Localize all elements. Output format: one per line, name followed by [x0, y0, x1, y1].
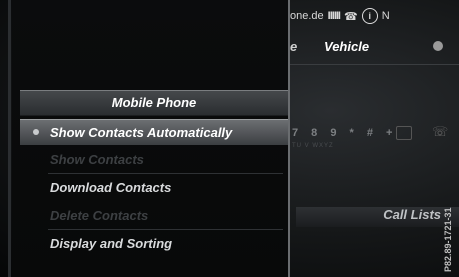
menu-separator — [48, 229, 283, 230]
signal-strength-icon: IIIIII — [327, 10, 341, 22]
menu-border-left — [8, 0, 11, 277]
main-tabs: e Vehicle — [290, 35, 455, 57]
figure-code: P82.89-1721-31 — [443, 207, 453, 272]
divider — [290, 64, 459, 65]
settings-dot-icon[interactable] — [433, 41, 443, 51]
menu-item-display-and-sorting[interactable]: Display and Sorting — [20, 231, 288, 256]
menu-item-label: Show Contacts — [50, 152, 144, 167]
end-call-icon[interactable]: ☏ — [432, 124, 448, 140]
tab-vehicle[interactable]: Vehicle — [324, 39, 369, 54]
menu-item-show-contacts: Show Contacts — [20, 147, 288, 172]
menu-item-delete-contacts: Delete Contacts — [20, 203, 288, 228]
menu-item-label: Download Contacts — [50, 180, 172, 195]
menu-item-label: Delete Contacts — [50, 208, 149, 223]
carrier-name: one.de — [290, 10, 324, 22]
info-icon: i — [361, 8, 378, 24]
car-infotainment-screen: one.de IIIIII ☎ i N e Vehicle 7 8 9 * # … — [0, 0, 459, 277]
menu-item-download-contacts[interactable]: Download Contacts — [20, 175, 288, 200]
tab-phone-fragment[interactable]: e — [290, 39, 310, 54]
keypad-subtext: TU V WXYZ — [292, 143, 334, 149]
menu-border-right — [288, 0, 290, 277]
menu-title: Mobile Phone — [20, 90, 288, 116]
network-letter: N — [381, 10, 390, 22]
status-bar: one.de IIIIII ☎ i N — [290, 5, 455, 27]
phone-handset-icon: ☎ — [344, 10, 358, 23]
call-key-icon[interactable] — [396, 126, 412, 140]
menu-item-label: Show Contacts Automatically — [50, 125, 233, 140]
radio-selected-icon — [33, 129, 39, 135]
menu-separator — [48, 173, 283, 174]
menu-item-show-contacts-automatically[interactable]: Show Contacts Automatically — [20, 119, 288, 145]
keypad-row[interactable]: 7 8 9 * # + — [292, 127, 397, 139]
menu-item-label: Display and Sorting — [50, 236, 173, 251]
call-lists-button[interactable]: Call Lists — [383, 207, 441, 222]
